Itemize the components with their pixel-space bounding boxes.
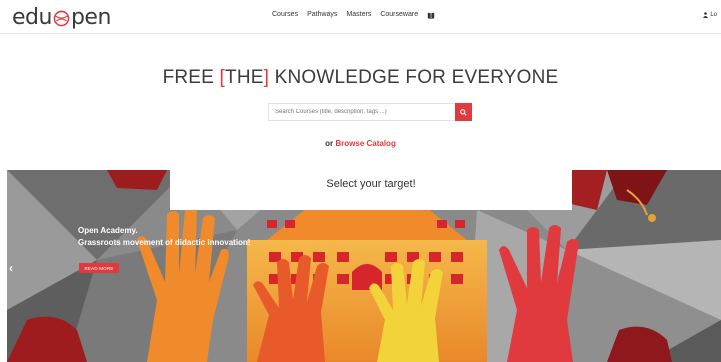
banner-title: Open Academy. Grassroots movement of did…: [78, 225, 250, 249]
main-nav: Courses Pathways Masters Courseware: [272, 11, 435, 19]
select-target-panel: Select your target!: [170, 170, 572, 210]
headline-mid: THE: [225, 67, 264, 88]
select-target-label: Select your target!: [326, 178, 416, 190]
browse-catalog-link[interactable]: Browse Catalog: [335, 139, 395, 148]
nav-courseware[interactable]: Courseware: [380, 11, 418, 19]
headline-pre: FREE: [162, 67, 220, 88]
top-header: edu pen Courses Pathways Masters Coursew…: [0, 0, 721, 34]
browse-catalog-row: or Browse Catalog: [0, 139, 721, 148]
search-button[interactable]: [455, 103, 472, 121]
login-label: Lo: [710, 12, 717, 18]
banner-title-line1: Open Academy.: [78, 226, 138, 235]
browse-prefix: or: [325, 139, 336, 148]
page-title: FREE [THE] KNOWLEDGE FOR EVERYONE: [0, 67, 721, 89]
login-link[interactable]: Lo: [703, 12, 717, 18]
headline-post: KNOWLEDGE FOR EVERYONE: [269, 67, 559, 88]
read-more-button[interactable]: READ MORE: [79, 263, 119, 273]
search-input[interactable]: [268, 103, 455, 121]
logo-globe-icon: [53, 10, 70, 26]
user-icon: [703, 12, 709, 18]
edupen-logo[interactable]: edu pen: [12, 4, 111, 30]
nav-courses[interactable]: Courses: [272, 11, 298, 19]
nav-masters[interactable]: Masters: [346, 11, 371, 19]
logo-text-right: pen: [70, 4, 111, 30]
page: edu pen Courses Pathways Masters Coursew…: [0, 0, 721, 362]
nav-pathways[interactable]: Pathways: [307, 11, 337, 19]
search-bar: [268, 103, 472, 121]
search-icon: [460, 108, 467, 116]
banner-title-line2: Grassroots movement of didactic innovati…: [78, 238, 251, 247]
book-icon[interactable]: [427, 11, 435, 19]
carousel-prev-arrow[interactable]: ‹: [9, 261, 19, 275]
logo-text-left: edu: [12, 4, 52, 30]
